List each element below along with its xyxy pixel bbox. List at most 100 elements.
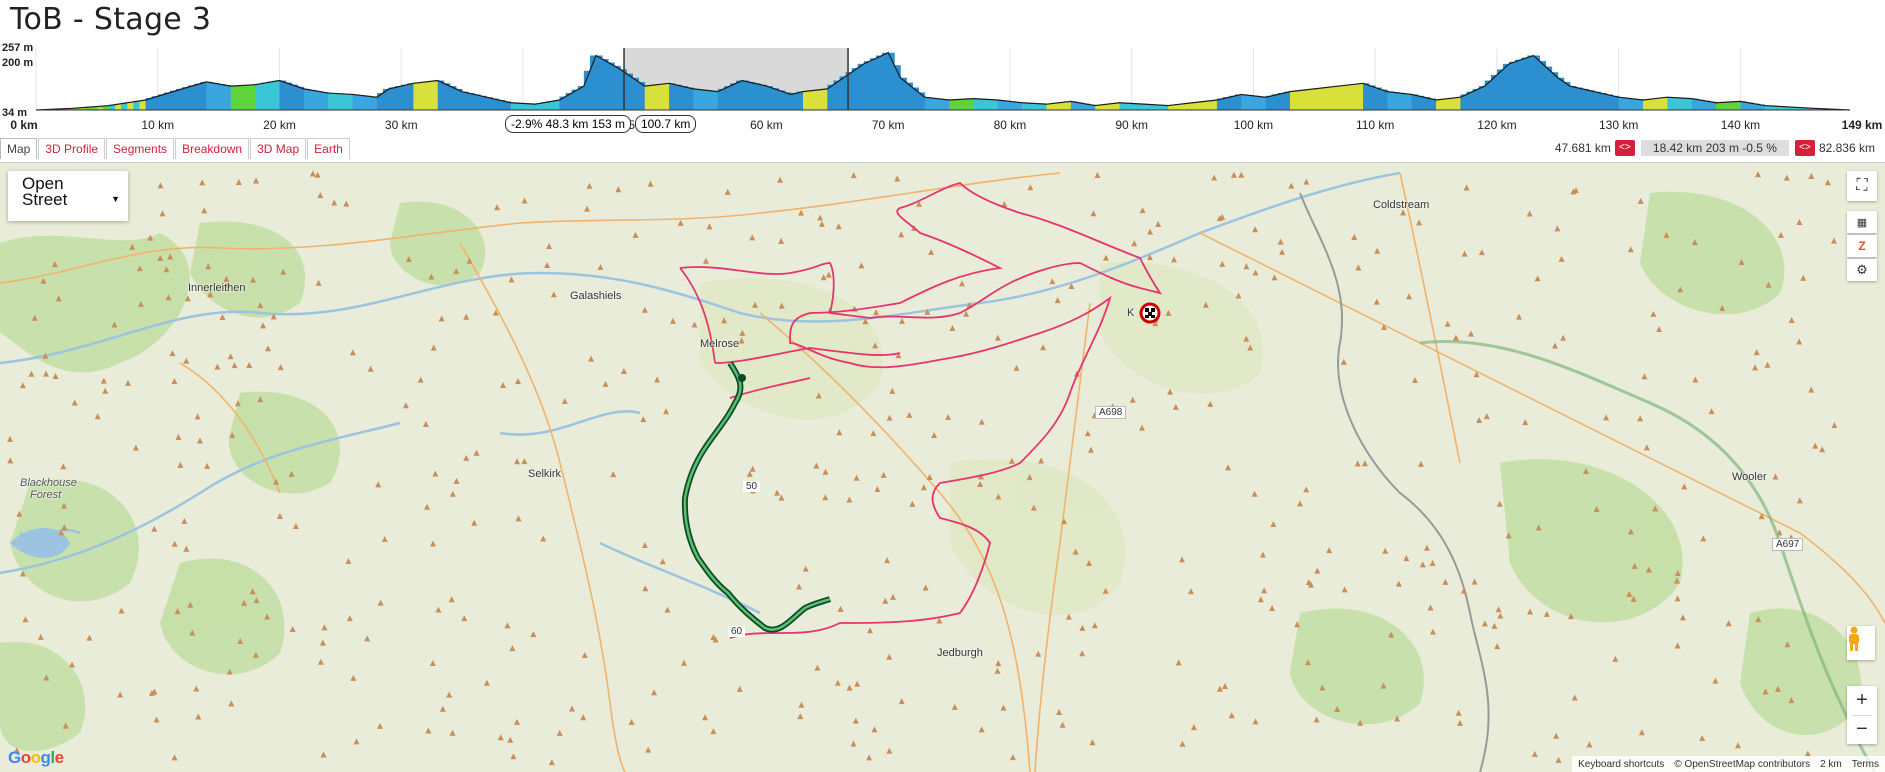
profile-strip (194, 84, 200, 110)
peak-icon (1079, 625, 1085, 631)
peak-icon (522, 197, 528, 203)
fullscreen-button[interactable]: ⛶ (1847, 171, 1877, 201)
peak-icon (979, 726, 985, 732)
profile-strip (614, 66, 620, 110)
elevation-chart[interactable] (0, 44, 1885, 119)
x-tick-label: 90 km (1115, 118, 1148, 132)
chevron-down-icon: ▼ (111, 191, 120, 207)
shift-end-button[interactable]: <> (1795, 140, 1815, 156)
peak-icon (1808, 173, 1814, 179)
peak-icon (1544, 611, 1550, 617)
profile-strip (219, 84, 225, 110)
gear-icon: ⚙ (1856, 262, 1868, 278)
peak-icon (1252, 226, 1258, 232)
peak-icon (1709, 408, 1715, 414)
peak-icon (798, 702, 804, 708)
peak-icon (1800, 275, 1806, 281)
peak-icon (364, 635, 370, 641)
peak-icon (866, 754, 872, 760)
peak-icon (151, 526, 157, 532)
profile-strip (413, 83, 419, 110)
peak-icon (175, 434, 181, 440)
peak-icon (1355, 460, 1361, 466)
z-logo-icon: Z (1858, 239, 1865, 253)
zoom-in-button[interactable]: + (1856, 686, 1868, 715)
peak-icon (562, 398, 568, 404)
strava-button[interactable]: Z (1847, 235, 1877, 257)
profile-strip (1442, 99, 1448, 110)
profile-strip (292, 85, 298, 110)
profile-strip (1266, 96, 1272, 110)
finish-flag-icon[interactable] (1141, 304, 1159, 322)
profile-strip (419, 82, 425, 110)
peak-icon (440, 706, 446, 712)
profile-strip (1229, 96, 1235, 110)
peak-icon (1049, 278, 1055, 284)
pegman-icon (1847, 626, 1861, 652)
peak-icon (1217, 686, 1223, 692)
settings-button[interactable]: ⚙ (1847, 259, 1877, 281)
profile-strip (1613, 96, 1619, 110)
peak-icon (819, 221, 825, 227)
keyboard-shortcuts-link[interactable]: Keyboard shortcuts (1578, 759, 1664, 770)
grid-button[interactable]: ▦ (1847, 211, 1877, 233)
profile-strip (870, 58, 876, 110)
profile-strip (925, 97, 931, 110)
peak-icon (463, 455, 469, 461)
tab-3d-profile[interactable]: 3D Profile (38, 138, 105, 159)
peak-icon (498, 734, 504, 740)
peak-icon (1532, 751, 1538, 757)
tab-breakdown[interactable]: Breakdown (175, 138, 249, 159)
profile-strip (511, 103, 517, 110)
peak-icon (648, 181, 654, 187)
profile-strip (1594, 92, 1600, 110)
peak-icon (1755, 171, 1761, 177)
peak-icon (1412, 377, 1418, 383)
peak-icon (822, 494, 828, 500)
map-view[interactable]: Open Street ▼ ⛶ ▦ Z ⚙ + − Coldstream Inn… (0, 162, 1885, 772)
peak-icon (1278, 239, 1284, 245)
tab-map[interactable]: Map (0, 138, 37, 159)
peak-icon (1252, 718, 1258, 724)
tab-earth[interactable]: Earth (307, 138, 350, 159)
profile-strip (1369, 85, 1375, 110)
peak-icon (544, 262, 550, 268)
profile-strip (1436, 99, 1442, 110)
peak-icon (894, 176, 900, 182)
map-canvas[interactable] (0, 163, 1885, 772)
tab-3d-map[interactable]: 3D Map (250, 138, 306, 159)
x-tick-label: 130 km (1599, 118, 1638, 132)
shift-start-button[interactable]: <> (1615, 140, 1635, 156)
peak-icon (1288, 183, 1294, 189)
peak-icon (836, 429, 842, 435)
peak-icon (277, 513, 283, 519)
peak-icon (1453, 335, 1459, 341)
peak-icon (232, 362, 238, 368)
peak-icon (850, 741, 856, 747)
terms-link[interactable]: Terms (1852, 759, 1879, 770)
peak-icon (598, 264, 604, 270)
profile-strip (1454, 97, 1460, 110)
peak-icon (546, 243, 552, 249)
selection-info: -2.9% 48.3 km 153 m (505, 115, 631, 133)
profile-strip (340, 94, 346, 110)
peak-icon (750, 466, 756, 472)
map-layer-select[interactable]: Open Street ▼ (8, 171, 128, 221)
zoom-out-button[interactable]: − (1856, 716, 1868, 744)
tab-segments[interactable]: Segments (106, 138, 174, 159)
street-view-pegman[interactable] (1847, 626, 1875, 660)
profile-strip (596, 56, 602, 110)
profile-strip (1253, 96, 1259, 110)
profile-strip (462, 92, 468, 110)
profile-strip (766, 86, 772, 110)
google-logo: Google (8, 748, 64, 768)
peak-icon (1231, 172, 1237, 178)
profile-strip (1649, 99, 1655, 110)
peak-icon (1418, 461, 1424, 467)
peak-icon (584, 206, 590, 212)
profile-strip (1314, 88, 1320, 110)
peak-icon (1416, 219, 1422, 225)
profile-strip (389, 87, 395, 110)
profile-strip (249, 85, 255, 110)
peak-icon (195, 713, 201, 719)
